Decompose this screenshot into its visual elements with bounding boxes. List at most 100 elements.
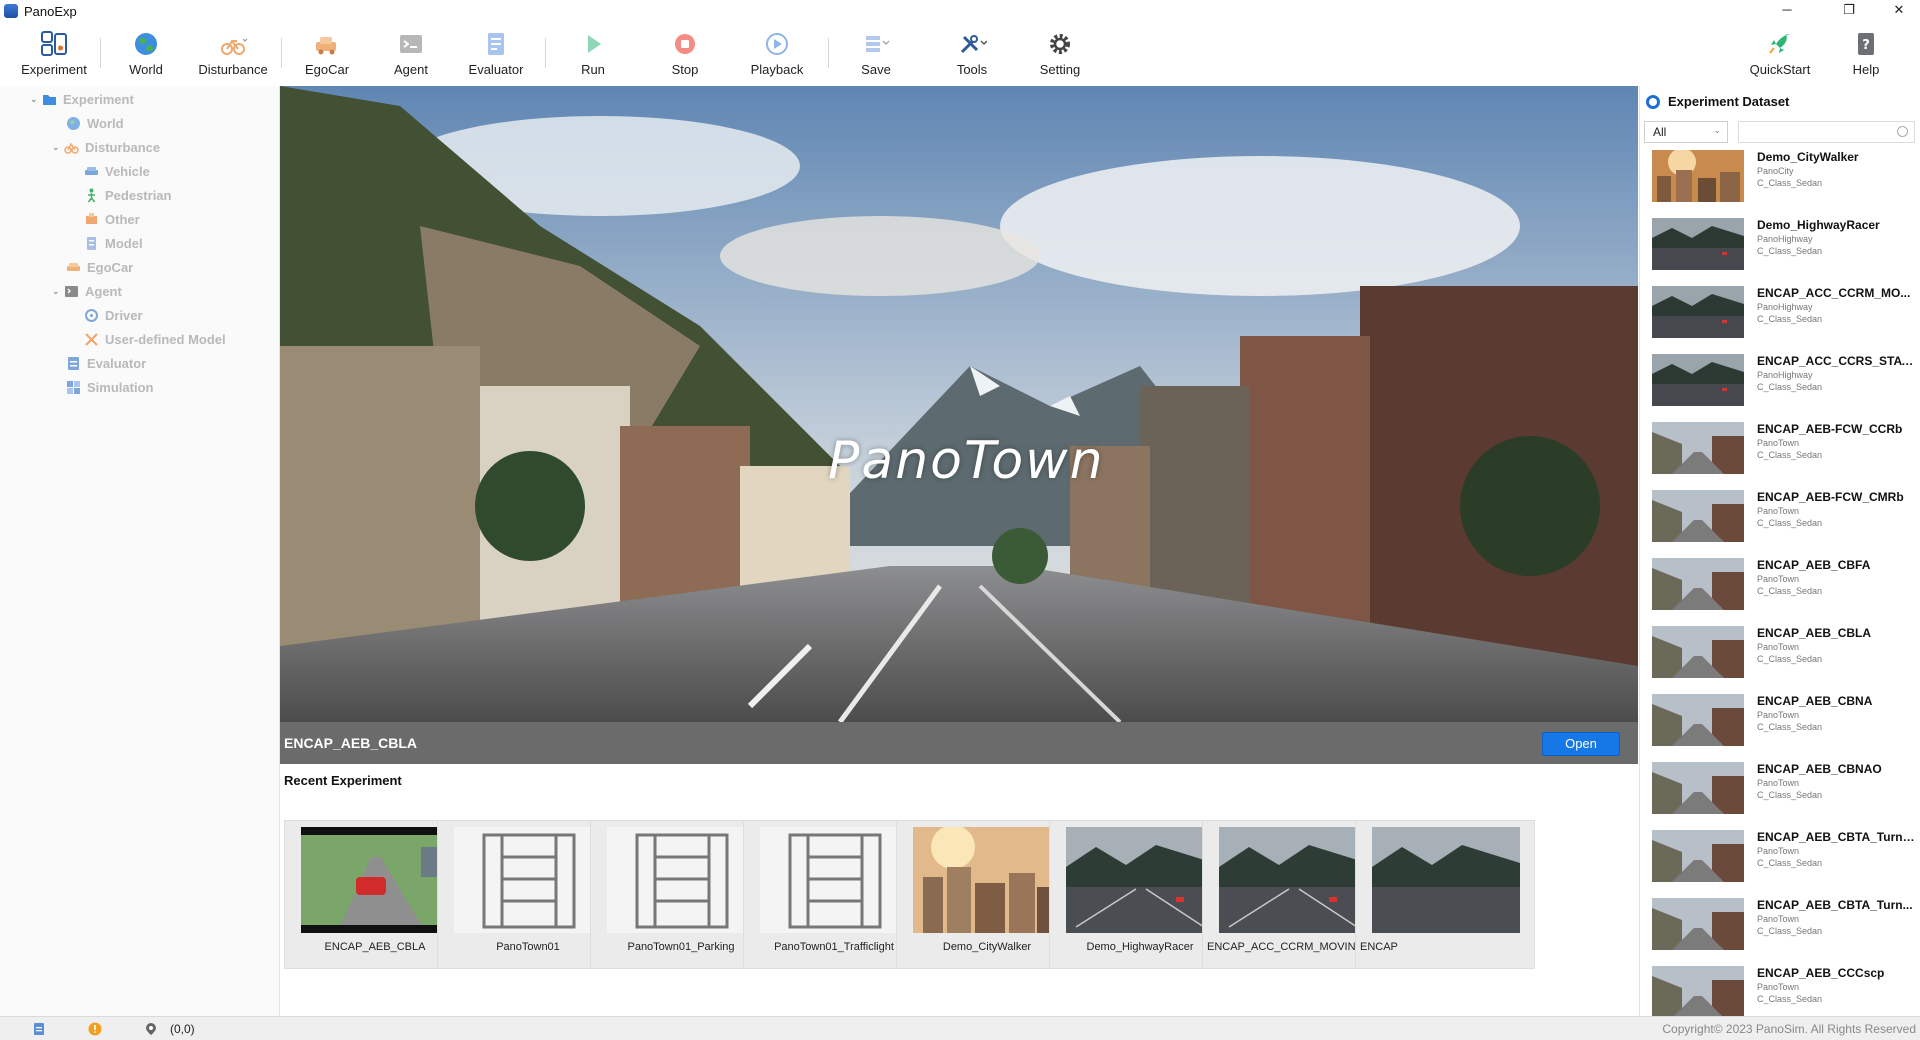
close-button[interactable]: ✕ [1876, 0, 1920, 22]
simulation-icon [67, 380, 80, 394]
tree-item-model[interactable]: Model [84, 232, 143, 254]
recent-card[interactable]: ENCAP [1355, 820, 1535, 969]
experiment-button[interactable]: Experiment [16, 30, 92, 82]
evaluator-button[interactable]: Evaluator [462, 30, 530, 82]
recent-thumbnail [1219, 827, 1367, 933]
dataset-item-car: C_Class_Sedan [1757, 586, 1823, 596]
tree-item-user-defined-model[interactable]: User-defined Model [84, 328, 226, 350]
dataset-item-map: PanoTown [1757, 574, 1800, 584]
highway-photo-icon [1066, 827, 1214, 933]
svg-text:?: ? [1862, 38, 1870, 53]
tree-item-world[interactable]: World [66, 112, 124, 134]
dataset-search-input[interactable] [1738, 121, 1915, 143]
world-button[interactable]: World [116, 30, 176, 82]
tree-item-agent[interactable]: ⌄ Agent [52, 280, 122, 302]
tree-item-pedestrian[interactable]: Pedestrian [84, 184, 171, 206]
dataset-item-name: ENCAP_AEB_CBFA [1757, 558, 1871, 572]
tools-button[interactable]: Tools [942, 30, 1002, 82]
dataset-item[interactable]: ENCAP_AEB_CBNAO PanoTown C_Class_Sedan [1640, 760, 1920, 828]
city-photo-icon [913, 827, 1061, 933]
playback-button[interactable]: Playback [744, 30, 810, 82]
tree-label: Agent [85, 283, 122, 299]
egocar-button[interactable]: EgoCar [296, 30, 358, 82]
rocket-icon [1769, 34, 1790, 54]
dataset-title: Experiment Dataset [1668, 94, 1790, 109]
dataset-thumbnail [1652, 490, 1744, 542]
egocar-icon [67, 262, 80, 271]
quickstart-button[interactable]: QuickStart [1740, 30, 1820, 82]
recent-experiment-heading: Recent Experiment [284, 773, 402, 788]
disturbance-button[interactable]: Disturbance [190, 30, 276, 82]
agent-button[interactable]: Agent [380, 30, 442, 82]
tree-item-simulation[interactable]: Simulation [66, 376, 153, 398]
dataset-item[interactable]: ENCAP_ACC_CCRM_MO... PanoHighway C_Class… [1640, 284, 1920, 352]
recent-thumbnail [913, 827, 1061, 933]
minimize-button[interactable]: ─ [1764, 0, 1810, 22]
recent-thumbnail [1372, 827, 1520, 933]
dataset-item[interactable]: Demo_CityWalker PanoCity C_Class_Sedan [1640, 148, 1920, 216]
run-button[interactable]: Run [564, 30, 622, 82]
play-icon [588, 35, 601, 53]
dataset-filter-select[interactable]: All ⌄ [1644, 121, 1728, 143]
agent-icon [65, 285, 78, 297]
help-button[interactable]: ? Help [1836, 30, 1896, 82]
dataset-item-car: C_Class_Sedan [1757, 994, 1823, 1004]
tree-item-vehicle[interactable]: Vehicle [84, 160, 150, 182]
dataset-item[interactable]: Demo_HighwayRacer PanoHighway C_Class_Se… [1640, 216, 1920, 284]
setting-button[interactable]: Setting [1030, 30, 1090, 82]
dataset-item[interactable]: ENCAP_ACC_CCRS_STATI... PanoHighway C_Cl… [1640, 352, 1920, 420]
save-button[interactable]: Save [846, 30, 906, 82]
tree-item-experiment[interactable]: ⌄ Experiment [30, 88, 134, 110]
dataset-item-car: C_Class_Sedan [1757, 450, 1823, 460]
recent-thumbnail [301, 827, 449, 933]
dataset-item[interactable]: ENCAP_AEB_CCCscp PanoTown C_Class_Sedan [1640, 964, 1920, 1016]
dataset-thumbnail [1652, 286, 1744, 338]
dataset-item[interactable]: ENCAP_AEB_CBFA PanoTown C_Class_Sedan [1640, 556, 1920, 624]
dataset-item[interactable]: ENCAP_AEB_CBTA_TurnL... PanoTown C_Class… [1640, 828, 1920, 896]
map-layout-icon [635, 833, 729, 929]
dataset-item[interactable]: ENCAP_AEB_CBTA_Turn... PanoTown C_Class_… [1640, 896, 1920, 964]
dataset-item-car: C_Class_Sedan [1757, 382, 1823, 392]
stop-button[interactable]: Stop [656, 30, 714, 82]
dataset-item[interactable]: ENCAP_AEB_CBNA PanoTown C_Class_Sedan [1640, 692, 1920, 760]
dataset-item-map: PanoHighway [1757, 370, 1813, 380]
disturbance-icon [64, 142, 79, 154]
search-icon [1897, 126, 1908, 137]
experiment-dataset-panel: Experiment Dataset All ⌄ Demo_CityWalker… [1639, 86, 1920, 1016]
chevron-down-icon[interactable]: ⌄ [30, 94, 42, 105]
chevron-down-icon[interactable]: ⌄ [52, 286, 64, 297]
dataset-thumbnail [1652, 762, 1744, 814]
toolbar-separator [281, 38, 282, 68]
driver-icon [85, 308, 98, 322]
tree-item-driver[interactable]: Driver [84, 304, 143, 326]
tree-label: Driver [105, 307, 143, 323]
save-icon [866, 36, 890, 52]
other-icon [86, 212, 97, 224]
app-logo-icon [4, 4, 18, 18]
warning-icon[interactable] [88, 1022, 102, 1036]
scene-title: PanoTown [828, 431, 1105, 491]
agent-label: Agent [394, 62, 428, 77]
tree-item-evaluator[interactable]: Evaluator [66, 352, 146, 374]
tree-label: EgoCar [87, 259, 134, 275]
playback-icon [766, 33, 788, 55]
tree-item-other[interactable]: Other [84, 208, 140, 230]
dataset-item-car: C_Class_Sedan [1757, 314, 1823, 324]
open-button[interactable]: Open [1542, 732, 1620, 756]
tree-item-egocar[interactable]: EgoCar [66, 256, 133, 278]
evaluator-icon [68, 356, 79, 370]
restore-button[interactable]: ❐ [1826, 0, 1872, 22]
copyright-text: Copyright© 2023 PanoSim. All Rights Rese… [1662, 1022, 1916, 1036]
run-label: Run [581, 62, 605, 77]
dataset-list: Demo_CityWalker PanoCity C_Class_Sedan D… [1640, 148, 1920, 1016]
document-icon[interactable] [32, 1022, 46, 1036]
title-bar: PanoExp ─ ❐ ✕ [0, 0, 1920, 22]
experiment-icon [41, 31, 67, 56]
dataset-item[interactable]: ENCAP_AEB-FCW_CCRb PanoTown C_Class_Seda… [1640, 420, 1920, 488]
dataset-item-name: ENCAP_AEB_CBNAO [1757, 762, 1882, 776]
toolbar-separator [100, 38, 101, 68]
dataset-item[interactable]: ENCAP_AEB-FCW_CMRb PanoTown C_Class_Seda… [1640, 488, 1920, 556]
tree-item-disturbance[interactable]: ⌄ Disturbance [52, 136, 160, 158]
dataset-item[interactable]: ENCAP_AEB_CBLA PanoTown C_Class_Sedan [1640, 624, 1920, 692]
chevron-down-icon[interactable]: ⌄ [52, 142, 64, 153]
